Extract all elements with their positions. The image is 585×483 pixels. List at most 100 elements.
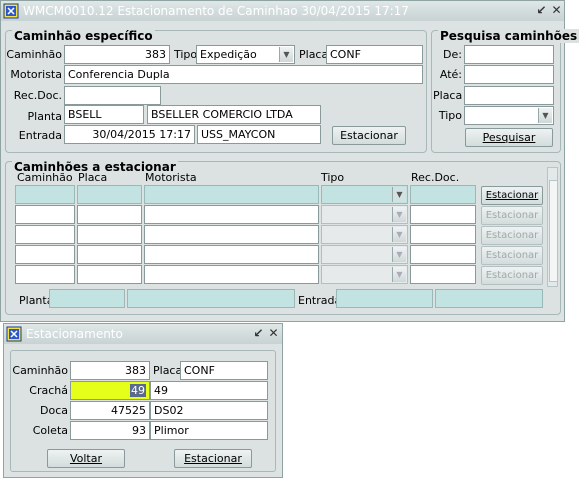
dlg-cracha-field[interactable]: 49 (70, 381, 150, 400)
row4-recdoc[interactable] (410, 245, 476, 264)
list-scrollbar[interactable] (547, 167, 558, 287)
col-placa-header: Placa (78, 171, 108, 184)
row5-caminhao[interactable] (15, 265, 75, 284)
row1-caminhao[interactable] (15, 185, 75, 204)
caminhao-field[interactable]: 383 (64, 45, 170, 64)
main-window: WMCM0010.12 Estacionamento de Caminhao 3… (0, 0, 580, 322)
row4-caminhao[interactable] (15, 245, 75, 264)
row1-estacionar-button[interactable]: Estacionar (481, 186, 543, 205)
chevron-down-icon[interactable]: ▼ (392, 267, 406, 282)
row5-placa[interactable] (77, 265, 142, 284)
row2-motorista[interactable] (144, 205, 319, 224)
chevron-down-icon[interactable]: ▼ (538, 108, 552, 123)
search-tipo-label: Tipo (438, 109, 462, 122)
col-recdoc-header: Rec.Doc. (411, 171, 460, 184)
motorista-field[interactable]: Conferencia Dupla (64, 65, 423, 84)
search-tipo-select[interactable]: ▼ (464, 106, 554, 125)
row2-estacionar-button[interactable]: Estacionar (481, 206, 543, 225)
dlg-coleta-desc: Plimor (150, 421, 268, 440)
dlg-caminhao-label: Caminhão (12, 364, 68, 377)
col-caminhao-header: Caminhão (17, 171, 73, 184)
row3-caminhao[interactable] (15, 225, 75, 244)
dlg-coleta-field[interactable]: 93 (70, 421, 150, 440)
minimize-icon[interactable]: ↙ (535, 3, 548, 17)
entrada-date-field[interactable]: 30/04/2015 17:17 (64, 125, 195, 144)
row4-estacionar-button[interactable]: Estacionar (481, 246, 543, 265)
placa-field[interactable]: CONF (326, 45, 423, 64)
ate-field[interactable] (464, 65, 554, 84)
dlg-cracha-desc: 49 (150, 381, 268, 400)
row1-tipo[interactable]: ▼ (321, 185, 408, 204)
tipo-select[interactable]: Expedição ▼ (196, 45, 295, 64)
scroll-thumb[interactable] (549, 180, 558, 282)
specific-truck-title: Caminhão específico (12, 29, 155, 43)
row5-motorista[interactable] (144, 265, 319, 284)
row1-placa[interactable] (77, 185, 142, 204)
motorista-label: Motorista (10, 68, 62, 81)
dlg-estacionar-button-label: Estacionar (184, 452, 242, 465)
search-placa-field[interactable] (464, 86, 554, 105)
list-planta-name (127, 289, 295, 308)
voltar-button[interactable]: Voltar (47, 449, 125, 468)
row1-motorista[interactable] (144, 185, 319, 204)
row3-tipo[interactable]: ▼ (321, 225, 408, 244)
dialog-titlebar[interactable]: Estacionamento ↙ ✕ (4, 324, 282, 344)
caminhao-label: Caminhão (6, 48, 62, 61)
voltar-button-label: Voltar (69, 452, 103, 465)
minimize-icon[interactable]: ↙ (252, 326, 265, 340)
dlg-cracha-value: 49 (130, 384, 146, 397)
dlg-doca-field[interactable]: 47525 (70, 401, 150, 420)
row5-recdoc[interactable] (410, 265, 476, 284)
dlg-estacionar-button[interactable]: Estacionar (174, 449, 252, 468)
dlg-placa-label: Placa (153, 364, 183, 377)
chevron-down-icon[interactable]: ▼ (392, 207, 406, 222)
row4-tipo[interactable]: ▼ (321, 245, 408, 264)
list-entrada-date (336, 289, 433, 308)
recdoc-field[interactable] (64, 86, 161, 105)
row1-estacionar-label: Estacionar (485, 190, 539, 201)
list-entrada-user (435, 289, 543, 308)
chevron-down-icon[interactable]: ▼ (392, 227, 406, 242)
entrada-label: Entrada (18, 129, 62, 142)
placa-label: Placa (299, 48, 329, 61)
main-titlebar[interactable]: WMCM0010.12 Estacionamento de Caminhao 3… (1, 1, 564, 21)
row3-placa[interactable] (77, 225, 142, 244)
chevron-down-icon[interactable]: ▼ (279, 47, 293, 62)
row2-tipo[interactable]: ▼ (321, 205, 408, 224)
row5-estacionar-button[interactable]: Estacionar (481, 266, 543, 285)
pesquisar-button[interactable]: Pesquisar (465, 128, 553, 147)
planta-name-field: BSELLER COMERCIO LTDA (147, 105, 321, 124)
oracle-forms-window-icon (3, 3, 19, 19)
tipo-select-value: Expedição (200, 48, 257, 61)
col-tipo-header: Tipo (321, 171, 345, 184)
main-window-title: WMCM0010.12 Estacionamento de Caminhao 3… (23, 4, 409, 18)
search-placa-label: Placa (433, 89, 463, 102)
dlg-caminhao-field[interactable]: 383 (70, 361, 150, 380)
close-icon[interactable]: ✕ (267, 326, 280, 340)
row5-tipo[interactable]: ▼ (321, 265, 408, 284)
tipo-label: Tipo (174, 48, 198, 61)
row2-recdoc[interactable] (410, 205, 476, 224)
row4-placa[interactable] (77, 245, 142, 264)
row3-recdoc[interactable] (410, 225, 476, 244)
dlg-placa-field[interactable]: CONF (180, 361, 268, 380)
row2-placa[interactable] (77, 205, 142, 224)
close-icon[interactable]: ✕ (550, 3, 563, 17)
estacionamento-dialog: Estacionamento ↙ ✕ Caminhão 383 Placa CO… (3, 323, 283, 478)
planta-code-field[interactable]: BSELL (64, 105, 144, 124)
row4-motorista[interactable] (144, 245, 319, 264)
dialog-title: Estacionamento (26, 327, 123, 341)
de-label: De: (443, 48, 462, 61)
row3-motorista[interactable] (144, 225, 319, 244)
chevron-down-icon[interactable]: ▼ (392, 247, 406, 262)
estacionar-button[interactable]: Estacionar (332, 126, 406, 145)
row2-caminhao[interactable] (15, 205, 75, 224)
row1-recdoc[interactable] (410, 185, 476, 204)
oracle-forms-window-icon (6, 326, 22, 342)
planta-label: Planta (27, 110, 62, 123)
dlg-coleta-label: Coleta (32, 424, 68, 437)
row3-estacionar-button[interactable]: Estacionar (481, 226, 543, 245)
de-field[interactable] (464, 45, 554, 64)
dlg-doca-desc: DS02 (150, 401, 268, 420)
chevron-down-icon[interactable]: ▼ (392, 187, 406, 202)
